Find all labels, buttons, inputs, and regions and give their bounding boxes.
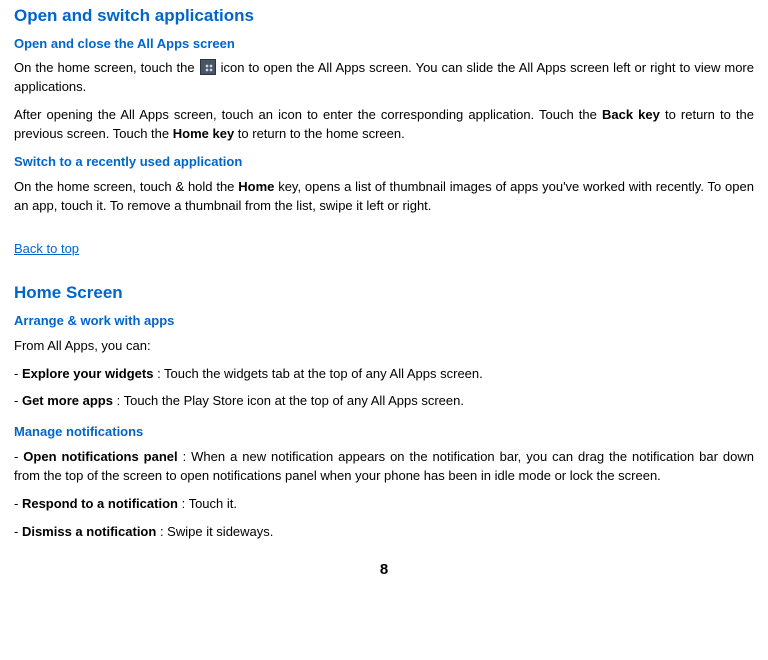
bold-home: Home xyxy=(238,179,274,194)
text: : Touch the Play Store icon at the top o… xyxy=(117,393,464,408)
paragraph-enter-app: After opening the All Apps screen, touch… xyxy=(14,106,754,144)
subheading-switch-recent: Switch to a recently used application xyxy=(14,153,754,172)
bold-home-key: Home key xyxy=(173,126,234,141)
text: : Touch the widgets tab at the top of an… xyxy=(157,366,483,381)
text: : Touch it. xyxy=(182,496,237,511)
heading-home-screen: Home Screen xyxy=(14,281,754,306)
bold-back-key: Back key xyxy=(602,107,660,122)
list-item-get-more-apps: - Get more apps : Touch the Play Store i… xyxy=(14,392,754,411)
heading-open-switch-apps: Open and switch applications xyxy=(14,4,754,29)
paragraph-from-all-apps: From All Apps, you can: xyxy=(14,337,754,356)
bold-open-notifications: Open notifications panel xyxy=(23,449,177,464)
paragraph-open-all-apps: On the home screen, touch the icon to op… xyxy=(14,59,754,97)
bold-respond-notification: Respond to a notification xyxy=(22,496,178,511)
dash: - xyxy=(14,366,22,381)
paragraph-recent-apps: On the home screen, touch & hold the Hom… xyxy=(14,178,754,216)
subheading-arrange-apps: Arrange & work with apps xyxy=(14,312,754,331)
bold-explore-widgets: Explore your widgets xyxy=(22,366,153,381)
bold-dismiss-notification: Dismiss a notification xyxy=(22,524,156,539)
list-item-dismiss-notification: - Dismiss a notification : Swipe it side… xyxy=(14,523,754,542)
page-number: 8 xyxy=(14,559,754,581)
text: On the home screen, touch the xyxy=(14,60,199,75)
subheading-open-close-all-apps: Open and close the All Apps screen xyxy=(14,35,754,54)
text: to return to the home screen. xyxy=(238,126,405,141)
bold-get-more-apps: Get more apps xyxy=(22,393,113,408)
all-apps-icon xyxy=(200,59,216,75)
list-item-open-notifications: - Open notifications panel : When a new … xyxy=(14,448,754,486)
dash: - xyxy=(14,496,22,511)
list-item-respond-notification: - Respond to a notification : Touch it. xyxy=(14,495,754,514)
text: On the home screen, touch & hold the xyxy=(14,179,238,194)
dash: - xyxy=(14,393,22,408)
text: After opening the All Apps screen, touch… xyxy=(14,107,602,122)
list-item-explore-widgets: - Explore your widgets : Touch the widge… xyxy=(14,365,754,384)
back-to-top-link[interactable]: Back to top xyxy=(14,240,79,259)
dash: - xyxy=(14,524,22,539)
subheading-manage-notifications: Manage notifications xyxy=(14,423,754,442)
text: : Swipe it sideways. xyxy=(160,524,273,539)
dash: - xyxy=(14,449,23,464)
